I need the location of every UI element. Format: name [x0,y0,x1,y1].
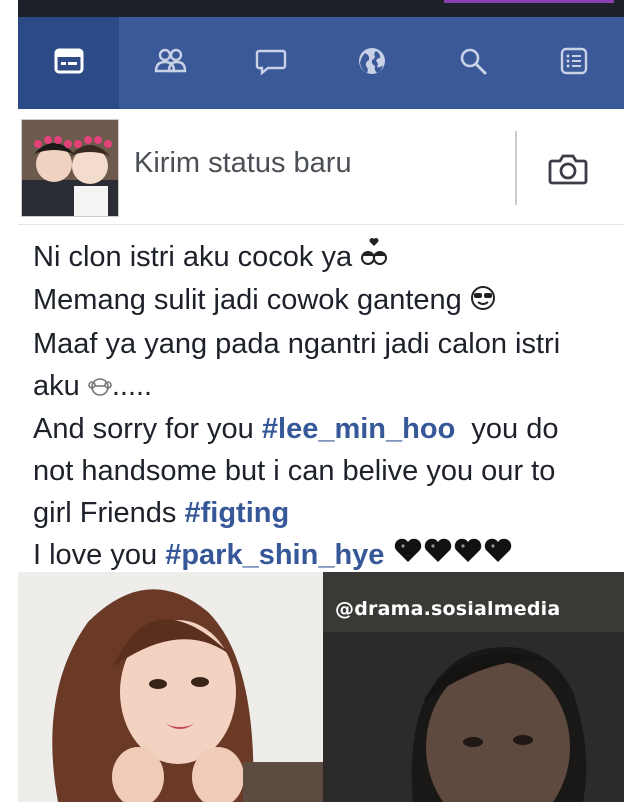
camera-icon [546,154,590,193]
sunglasses-face-icon [470,281,496,323]
post-text: aku [33,369,80,402]
post-body: Ni clon istri aku cocok ya Memang sulit … [33,236,623,577]
friends-icon [153,44,187,83]
list-menu-icon [557,44,591,83]
post-text: And sorry for you [33,413,254,446]
post-text: Memang sulit jadi cowok ganteng [33,284,462,317]
status-input[interactable]: Kirim status baru [134,147,352,180]
tab-friends[interactable] [119,17,220,109]
post-text: I love you [33,539,158,572]
hashtag-link[interactable]: #lee_min_hoo [262,413,455,445]
actress-photo[interactable] [18,572,323,802]
status-accent [444,0,614,3]
post-text: Ni clon istri aku cocok ya [33,241,353,273]
watermark-label: @drama.sosialmedia [335,598,561,620]
post-text: you do [455,413,559,446]
camera-button[interactable] [546,149,590,189]
hashtag-link[interactable]: #figting [185,497,290,529]
hashtag-link[interactable]: #park_shin_hye [165,539,384,571]
shy-monkey-icon [88,366,112,408]
composer-divider [515,131,517,205]
tab-menu[interactable] [523,17,624,109]
post-line: And sorry for you #lee_min_hoo you do [33,408,623,450]
post-line: Maaf ya yang pada ngantri jadi calon ist… [33,327,561,360]
post-line: Ni clon istri aku cocok ya [33,236,623,279]
tab-search[interactable] [422,17,523,109]
globe-icon [355,44,389,83]
tab-messages[interactable] [220,17,321,109]
tab-news-feed[interactable] [18,17,119,109]
man-photo[interactable]: @drama.sosialmedia [323,572,624,802]
post-text: ..... [111,369,153,402]
post-line: I love you #park_shin_hye [33,534,623,577]
post-text: girl Friends [33,497,177,530]
status-composer: Kirim status baru [18,109,624,225]
news-feed-icon [52,44,86,83]
tab-notifications[interactable] [321,17,422,109]
chat-bubble-icon [254,44,288,83]
post-line: aku ..... [33,365,623,408]
status-bar [18,0,624,17]
top-nav-bar [18,17,624,109]
couple-emoji-icon [360,237,388,279]
search-icon [456,44,490,83]
post-line: girl Friends #figting [33,492,623,534]
post-line: not handsome but i can belive you our to [33,455,556,488]
post-line: Memang sulit jadi cowok ganteng [33,279,623,322]
avatar[interactable] [21,119,119,217]
